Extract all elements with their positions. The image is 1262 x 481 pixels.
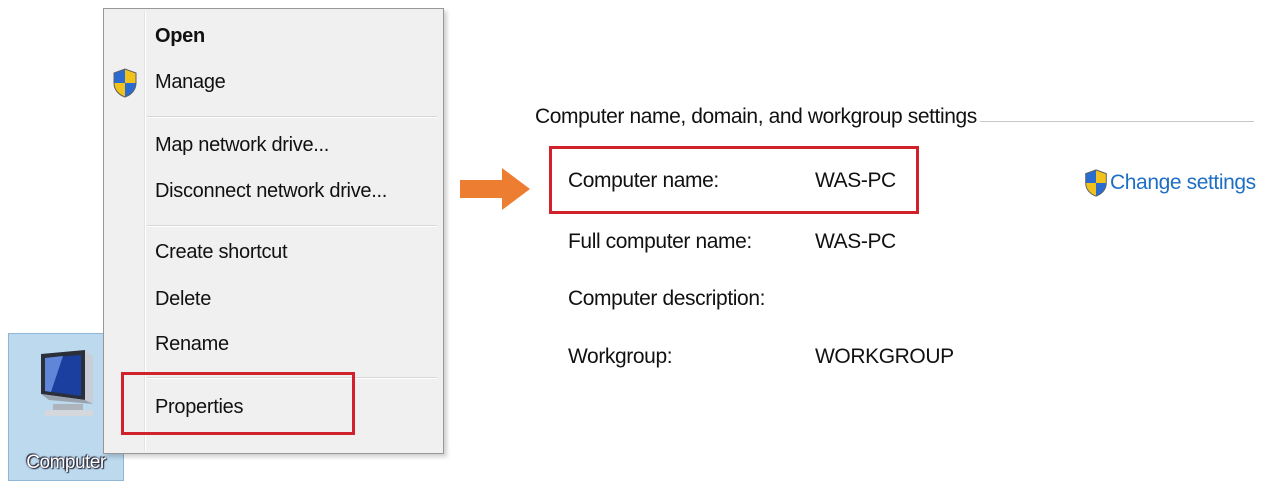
desktop-icon-label: Computer — [26, 452, 106, 473]
menu-item-disconnect-network-drive[interactable]: Disconnect network drive... — [155, 180, 387, 203]
menu-item-manage[interactable]: Manage — [155, 71, 226, 94]
change-settings-link[interactable]: Change settings — [1083, 168, 1256, 198]
uac-shield-icon — [113, 68, 137, 98]
right-arrow-icon — [460, 168, 530, 210]
menu-item-delete[interactable]: Delete — [155, 288, 211, 311]
group-divider — [980, 121, 1254, 122]
menu-item-map-network-drive[interactable]: Map network drive... — [155, 134, 329, 157]
full-computer-name-label: Full computer name: — [568, 230, 752, 253]
computer-name-highlight-box — [549, 146, 919, 214]
menu-item-rename[interactable]: Rename — [155, 333, 229, 356]
menu-separator — [147, 225, 437, 227]
menu-item-create-shortcut[interactable]: Create shortcut — [155, 241, 288, 264]
computer-description-label: Computer description: — [568, 287, 766, 310]
menu-item-open[interactable]: Open — [155, 25, 205, 48]
uac-shield-icon — [1085, 169, 1107, 197]
workgroup-label: Workgroup: — [568, 345, 673, 368]
group-title: Computer name, domain, and workgroup set… — [535, 105, 977, 128]
workgroup-value: WORKGROUP — [815, 345, 954, 368]
change-settings-label[interactable]: Change settings — [1110, 171, 1256, 195]
full-computer-name-value: WAS-PC — [815, 230, 896, 253]
menu-separator — [147, 116, 437, 118]
computer-monitor-icon — [41, 350, 93, 416]
properties-highlight-box — [121, 372, 355, 435]
